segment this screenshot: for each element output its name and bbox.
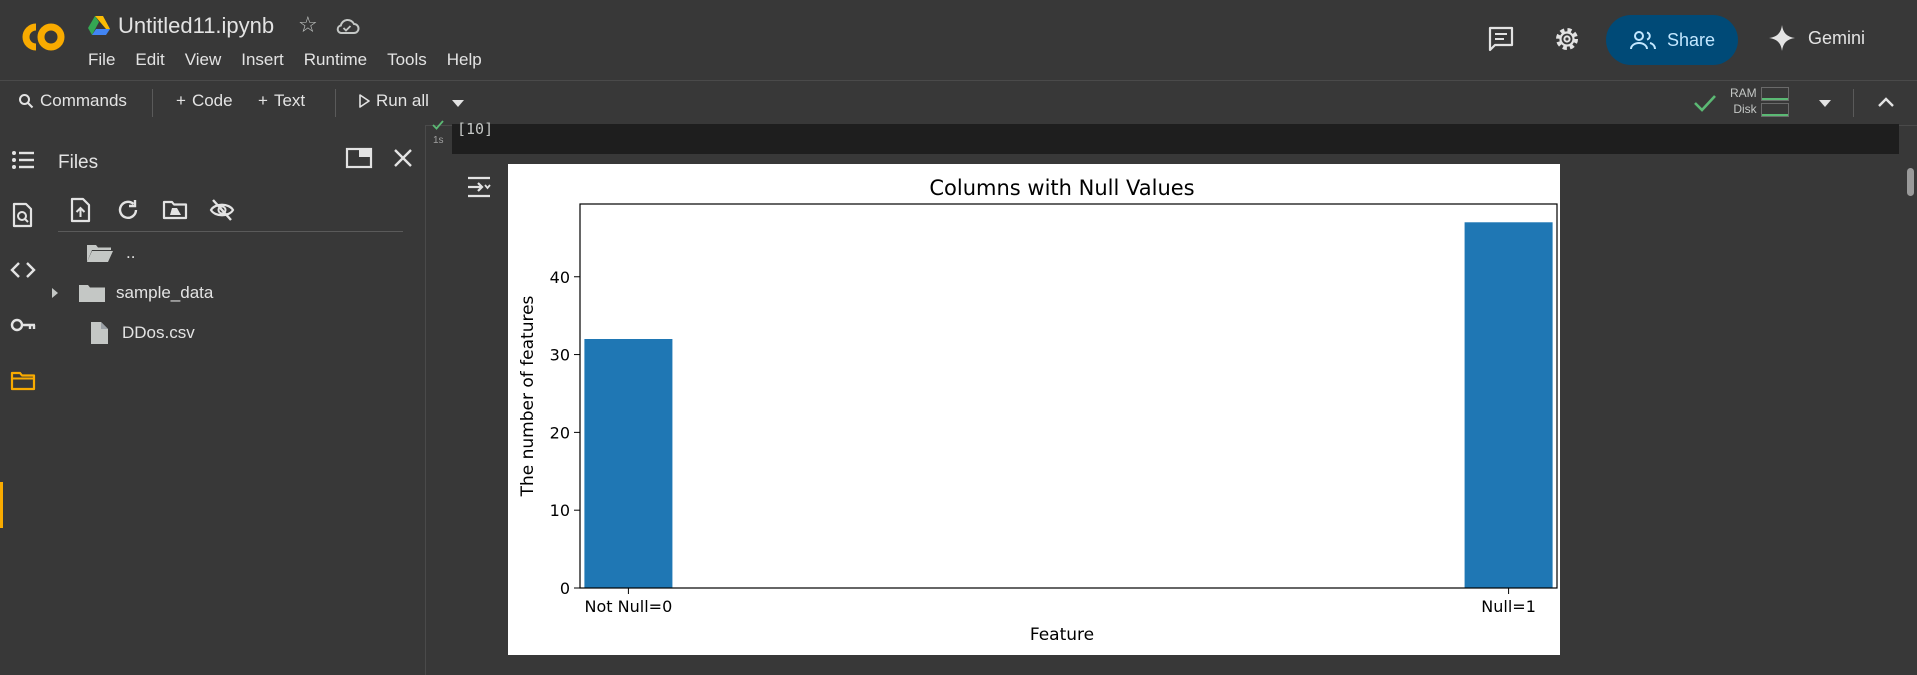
plus-icon: + — [258, 91, 268, 110]
google-drive-icon[interactable] — [88, 16, 110, 36]
chevron-down-icon[interactable] — [451, 99, 465, 109]
refresh-icon[interactable] — [115, 197, 141, 223]
gear-icon[interactable] — [1552, 24, 1582, 54]
x-tick-label: Not Null=0 — [585, 597, 673, 616]
file-name: .. — [126, 243, 136, 262]
execution-count: [10] — [457, 120, 494, 138]
gemini-button[interactable]: Gemini — [1768, 24, 1865, 52]
find-in-notebook-icon[interactable] — [10, 202, 36, 228]
plot-frame — [579, 203, 1558, 589]
share-label: Share — [1666, 29, 1716, 50]
list-item-sample-data[interactable]: sample_data — [48, 279, 213, 307]
disk-meter — [1760, 102, 1789, 117]
folder-open-icon — [87, 245, 113, 262]
add-code-button[interactable]: + Code — [176, 91, 233, 111]
chevron-right-icon[interactable] — [48, 286, 62, 300]
ram-meter — [1760, 86, 1789, 101]
file-name: sample_data — [116, 283, 214, 302]
list-item-parent-folder[interactable]: .. — [86, 239, 135, 267]
gemini-label: Gemini — [1808, 27, 1866, 48]
hidden-files-eye-off-icon[interactable] — [209, 197, 235, 223]
plus-icon: + — [176, 91, 186, 110]
chart-title: Columns with Null Values — [929, 176, 1194, 200]
bar-0 — [584, 339, 673, 588]
toolbar-divider — [335, 89, 336, 117]
menu-file[interactable]: File — [88, 50, 125, 70]
run-all-label: Run all — [376, 91, 429, 110]
menu-view[interactable]: View — [175, 50, 232, 70]
connected-check-icon — [1694, 95, 1716, 112]
commands-button[interactable]: Commands — [18, 91, 127, 111]
chevron-up-icon[interactable] — [1878, 96, 1894, 108]
star-icon[interactable]: ☆ — [298, 14, 318, 36]
y-tick-label: 20 — [550, 423, 570, 442]
people-icon — [1629, 31, 1656, 50]
files-panel: Files .. sample_data DDos.csv — [42, 125, 426, 675]
y-tick-label: 40 — [550, 268, 570, 287]
toolbar-divider — [152, 89, 153, 117]
code-label: Code — [191, 91, 233, 110]
menu-tools[interactable]: Tools — [377, 50, 437, 70]
active-indicator — [0, 482, 3, 528]
files-panel-title: Files — [58, 152, 99, 173]
commands-label: Commands — [40, 91, 127, 110]
notebook-toolbar: Commands + Code + Text Run all RAM Disk — [0, 80, 1917, 126]
code-cell-editor[interactable] — [452, 124, 1899, 154]
colab-logo-icon[interactable] — [14, 18, 70, 56]
upload-file-icon[interactable] — [68, 197, 94, 223]
x-axis-label: Feature — [1030, 625, 1094, 645]
ram-label: RAM — [1730, 86, 1757, 100]
y-tick-label: 30 — [550, 346, 570, 365]
scrollbar-thumb[interactable] — [1907, 168, 1914, 196]
comment-icon[interactable] — [1486, 24, 1516, 54]
add-text-button[interactable]: + Text — [258, 91, 305, 111]
menu-runtime[interactable]: Runtime — [294, 50, 377, 70]
chart-output: Columns with Null Values 0 10 20 30 40 Not N… — [508, 164, 1560, 655]
file-name: DDos.csv — [122, 323, 195, 342]
y-tick-label: 10 — [550, 501, 570, 520]
y-tick-label: 0 — [560, 579, 570, 598]
open-in-tab-icon[interactable] — [345, 147, 373, 169]
key-icon[interactable] — [10, 312, 36, 338]
toolbar-divider — [1853, 89, 1854, 117]
files-actions-bar — [58, 187, 403, 232]
y-axis-label: The number of features — [518, 295, 538, 497]
execution-time: 1s — [433, 135, 444, 146]
file-icon — [91, 322, 108, 344]
notebook-title[interactable]: Untitled11.ipynb — [118, 13, 274, 39]
disk-label: Disk — [1733, 102, 1757, 116]
table-of-contents-icon[interactable] — [10, 147, 36, 173]
resource-meter[interactable]: RAM Disk — [1730, 85, 1789, 117]
bar-chart: Columns with Null Values 0 10 20 30 40 Not N… — [518, 176, 1558, 645]
menu-help[interactable]: Help — [437, 50, 492, 70]
x-tick-label: Null=1 — [1481, 597, 1536, 616]
folder-icon — [79, 285, 105, 302]
close-icon[interactable] — [392, 147, 414, 169]
menu-bar: File Edit View Insert Runtime Tools Help — [88, 50, 492, 70]
menu-insert[interactable]: Insert — [231, 50, 294, 70]
folder-icon[interactable] — [10, 368, 36, 394]
list-item-ddos-csv[interactable]: DDos.csv — [88, 319, 195, 347]
run-all-button[interactable]: Run all — [358, 91, 429, 111]
search-icon — [19, 94, 34, 109]
play-icon — [359, 94, 370, 108]
cloud-saved-icon[interactable] — [334, 17, 360, 37]
bar-1 — [1464, 222, 1553, 588]
left-rail — [0, 125, 42, 675]
gemini-sparkle-icon — [1769, 25, 1795, 51]
code-snippets-icon[interactable] — [10, 257, 36, 283]
share-button[interactable]: Share — [1606, 15, 1738, 65]
mount-drive-icon[interactable] — [162, 197, 188, 223]
chevron-down-icon[interactable] — [1818, 99, 1832, 109]
output-actions-icon[interactable] — [465, 174, 493, 200]
text-label: Text — [273, 91, 306, 110]
app-header: Untitled11.ipynb ☆ File Edit View Insert… — [0, 0, 1917, 80]
menu-edit[interactable]: Edit — [125, 50, 174, 70]
executed-check-icon — [432, 120, 444, 130]
